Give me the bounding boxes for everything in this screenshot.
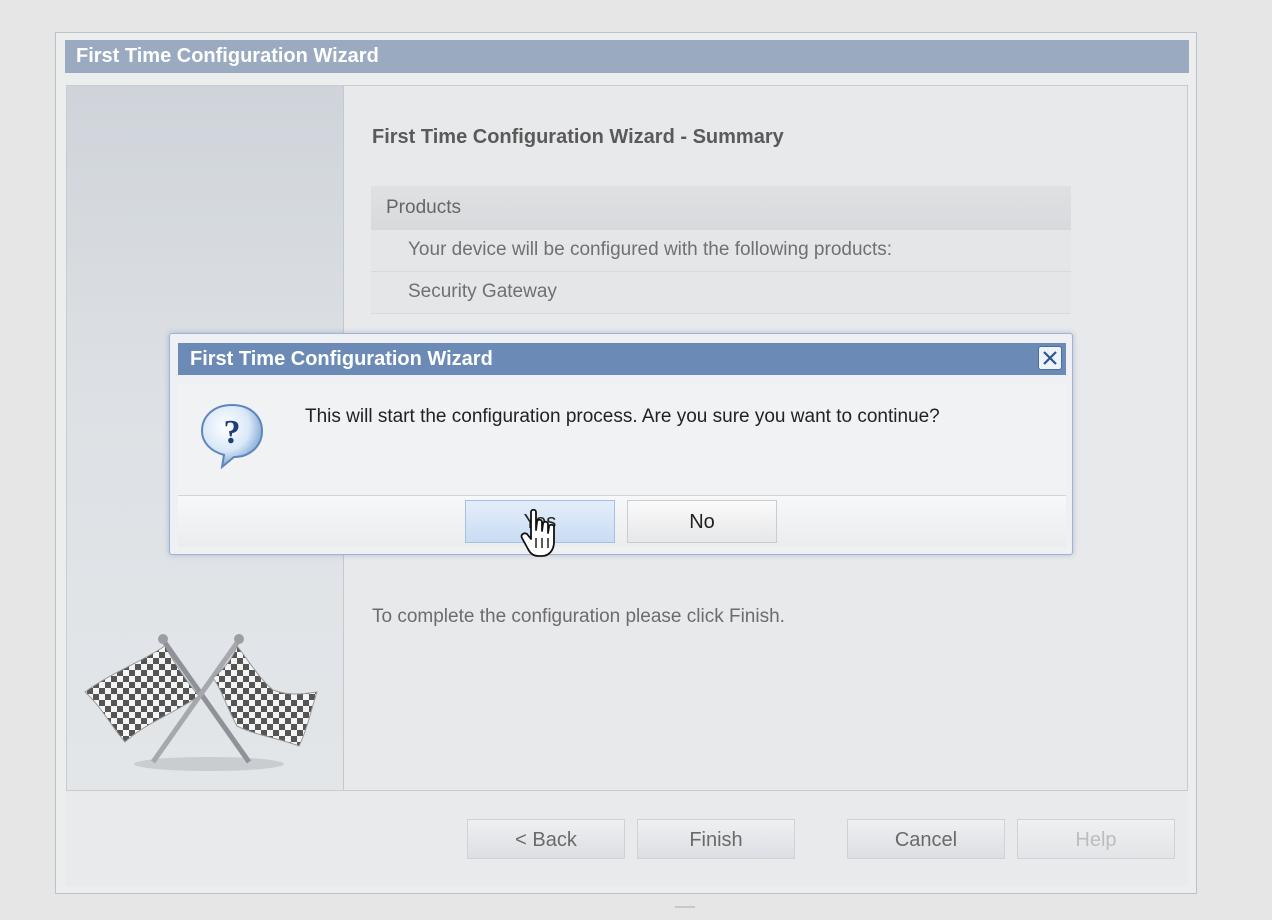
confirm-dialog: First Time Configuration Wizard ? This w… [169, 333, 1073, 555]
wizard-button-bar: < Back Finish Cancel Help [66, 791, 1188, 886]
cancel-button[interactable]: Cancel [847, 819, 1005, 859]
svg-text:?: ? [224, 414, 241, 451]
finish-button[interactable]: Finish [637, 819, 795, 859]
back-button[interactable]: < Back [467, 819, 625, 859]
finish-instruction: To complete the configuration please cli… [372, 606, 785, 627]
summary-title: First Time Configuration Wizard - Summar… [372, 126, 784, 148]
dialog-message: This will start the configuration proces… [305, 406, 940, 427]
products-section: Products Your device will be configured … [371, 186, 1071, 314]
resize-grip [675, 906, 695, 908]
close-button[interactable] [1038, 346, 1062, 370]
products-row: Security Gateway [371, 272, 1071, 314]
close-icon [1043, 351, 1057, 365]
products-header: Products [371, 186, 1071, 230]
help-button: Help [1017, 819, 1175, 859]
products-row: Your device will be configured with the … [371, 230, 1071, 272]
hand-cursor-icon [520, 508, 555, 557]
dialog-body: ? This will start the configuration proc… [178, 384, 1066, 495]
question-icon: ? [200, 403, 264, 469]
dialog-title: First Time Configuration Wizard [178, 343, 1066, 375]
dialog-title-text: First Time Configuration Wizard [190, 348, 493, 370]
dialog-footer: Yes No [178, 495, 1066, 547]
no-button[interactable]: No [627, 500, 777, 543]
wizard-title: First Time Configuration Wizard [65, 40, 1189, 73]
checkered-flags-icon [84, 634, 318, 771]
